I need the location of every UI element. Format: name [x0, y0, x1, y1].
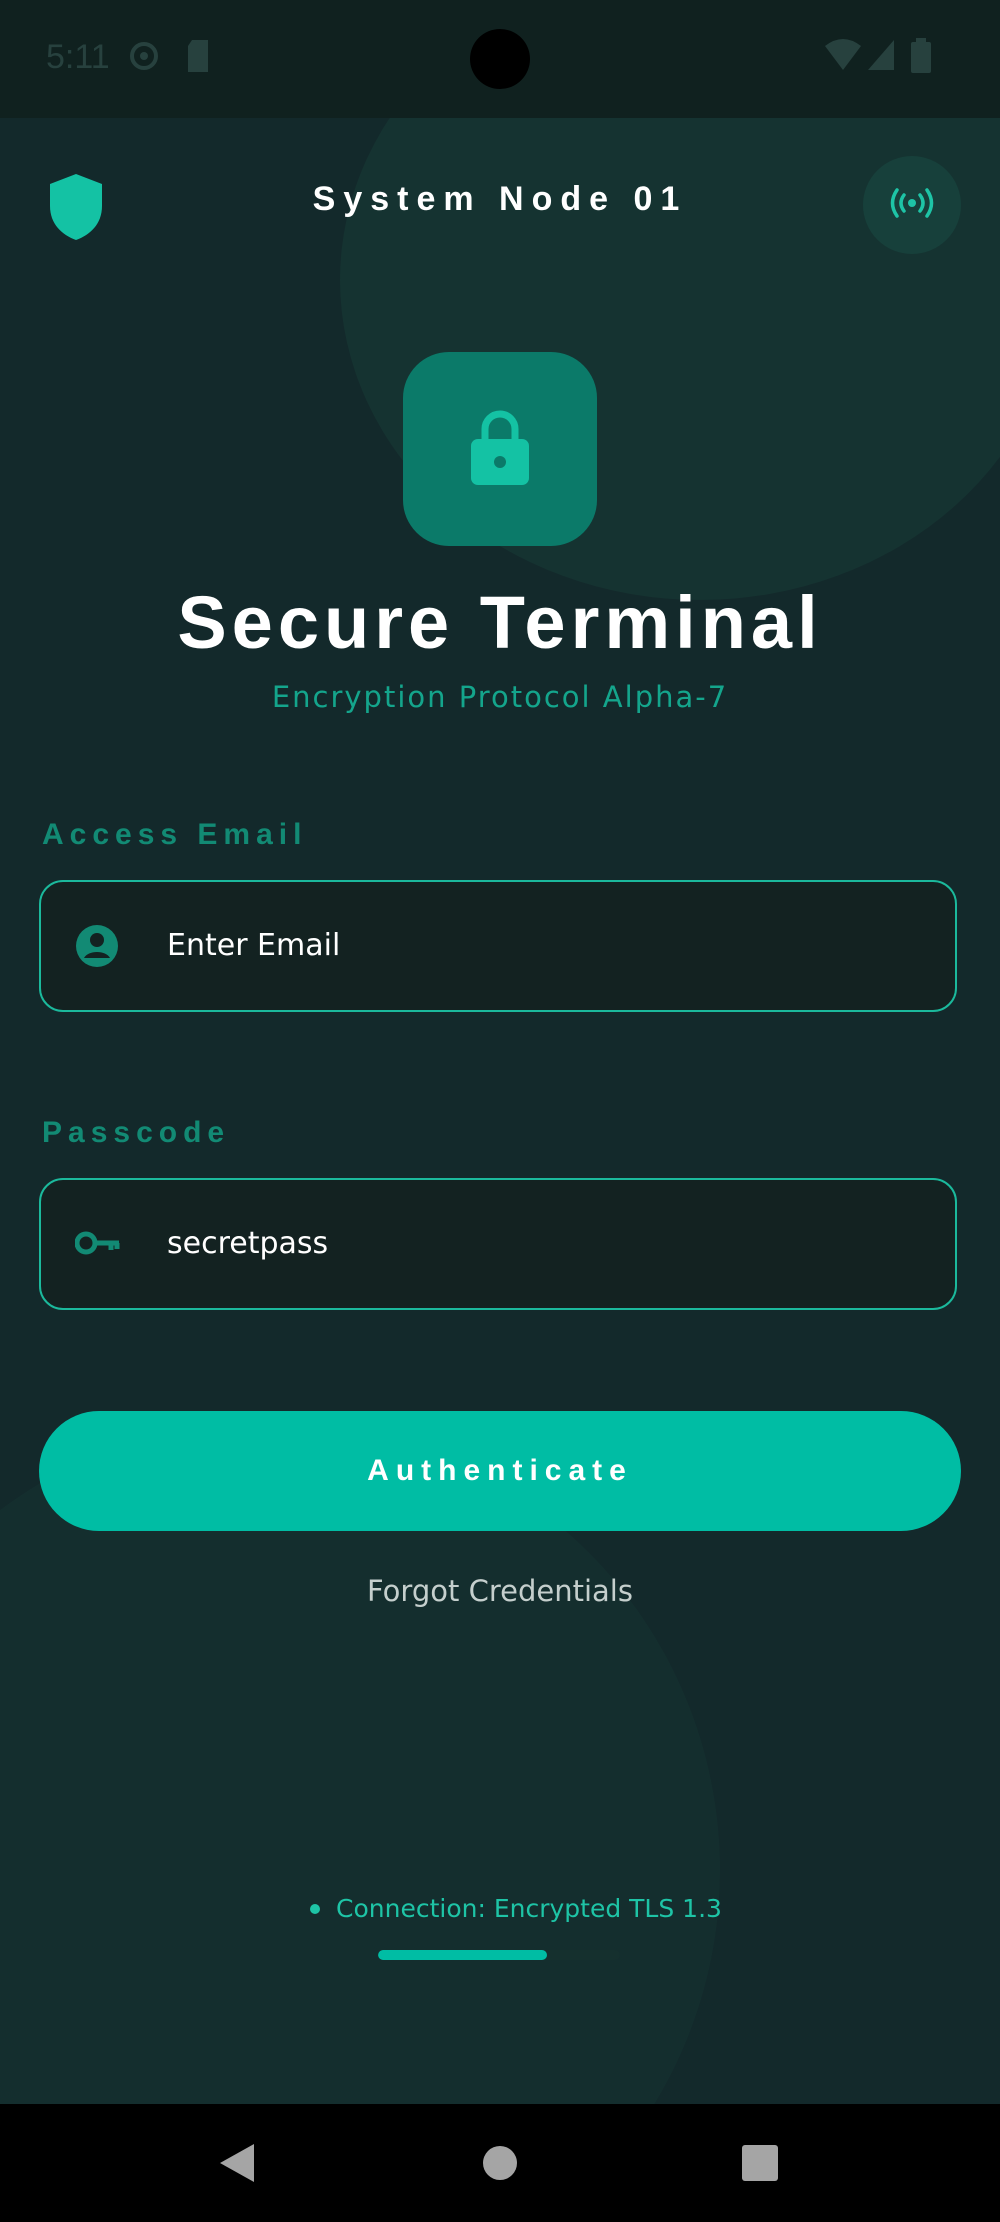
- page-subtitle: Encryption Protocol Alpha-7: [271, 680, 729, 714]
- account-circle-icon: [75, 924, 119, 972]
- authenticate-button[interactable]: Authenticate: [39, 1411, 961, 1531]
- cellular-signal-icon: [866, 38, 896, 76]
- passcode-label: Passcode: [42, 1116, 231, 1149]
- recents-icon[interactable]: [741, 2142, 779, 2188]
- sim-card-icon: [184, 38, 212, 78]
- lock-tile: [403, 352, 597, 546]
- screen: 5:11 System Node 01 Secure Terminal Encr…: [0, 0, 1000, 2104]
- lock-icon: [469, 407, 531, 491]
- email-field[interactable]: Enter Email: [39, 880, 957, 1012]
- location-icon: [126, 38, 162, 78]
- broadcast-button[interactable]: [863, 156, 961, 254]
- wifi-icon: [824, 38, 862, 76]
- battery-icon: [910, 38, 932, 78]
- status-time: 5:11: [46, 38, 110, 76]
- connection-progress: [378, 1950, 620, 1960]
- navigation-bar: [0, 2104, 1000, 2222]
- passcode-field[interactable]: secretpass: [39, 1178, 957, 1310]
- status-bar: 5:11: [0, 0, 1000, 118]
- camera-cutout: [470, 29, 530, 89]
- connection-status-dot: [310, 1904, 320, 1914]
- back-icon[interactable]: [218, 2142, 256, 2188]
- email-placeholder: Enter Email: [167, 928, 341, 963]
- connection-status: Connection: Encrypted TLS 1.3: [336, 1894, 722, 1923]
- email-label: Access Email: [42, 818, 308, 851]
- broadcast-icon: [889, 188, 935, 222]
- page-title: Secure Terminal: [177, 581, 823, 664]
- passcode-value: secretpass: [167, 1226, 329, 1261]
- header-title: System Node 01: [312, 180, 688, 218]
- connection-progress-fill: [378, 1950, 548, 1960]
- key-icon: [74, 1228, 121, 1262]
- forgot-credentials-link[interactable]: Forgot Credentials: [0, 1574, 1000, 1608]
- home-icon[interactable]: [482, 2142, 518, 2188]
